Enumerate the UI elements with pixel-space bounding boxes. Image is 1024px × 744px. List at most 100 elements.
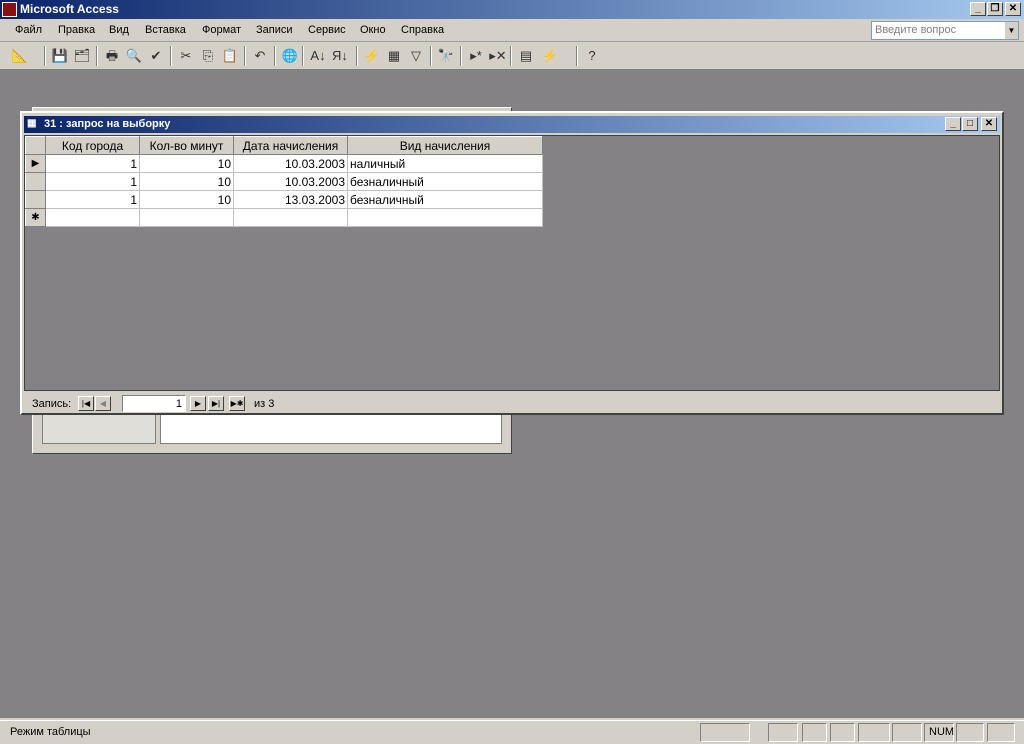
ask-question-box[interactable]: Введите вопрос ▼ bbox=[871, 21, 1019, 40]
new-object-icon[interactable]: ⚡ bbox=[540, 46, 560, 66]
status-panel bbox=[892, 723, 922, 742]
first-record-button[interactable]: |◀ bbox=[78, 396, 94, 411]
row-selector[interactable] bbox=[25, 190, 46, 209]
last-record-button[interactable]: ▶| bbox=[208, 396, 224, 411]
status-panel bbox=[768, 723, 798, 742]
table-row[interactable]: 1 10 13.03.2003 безналичный bbox=[25, 190, 543, 209]
toolbar-separator bbox=[576, 46, 578, 66]
cell[interactable] bbox=[347, 208, 543, 227]
status-panel bbox=[987, 723, 1015, 742]
filter-by-form-icon[interactable]: ▦ bbox=[384, 46, 404, 66]
toolbar-separator bbox=[274, 46, 276, 66]
toolbar-separator bbox=[96, 46, 98, 66]
row-selector[interactable] bbox=[25, 172, 46, 191]
restore-button[interactable]: ❐ bbox=[987, 2, 1003, 16]
new-record-row[interactable]: ✱ bbox=[25, 208, 543, 227]
filter-by-selection-icon[interactable]: ⚡ bbox=[362, 46, 382, 66]
cell[interactable]: 13.03.2003 bbox=[233, 190, 348, 209]
file-search-icon[interactable]: 🗂 bbox=[72, 46, 92, 66]
datasheet-grid: Код города Кол-во минут Дата начисления … bbox=[24, 135, 1000, 391]
next-record-button[interactable]: ▶ bbox=[190, 396, 206, 411]
cut-icon[interactable]: ✂ bbox=[176, 46, 196, 66]
column-header[interactable]: Код города bbox=[45, 136, 140, 155]
paste-icon[interactable]: 📋 bbox=[220, 46, 240, 66]
access-key-icon bbox=[2, 2, 17, 17]
sort-descending-icon[interactable]: Я↓ bbox=[330, 46, 350, 66]
apply-filter-icon[interactable]: ▽ bbox=[406, 46, 426, 66]
help-icon[interactable]: ? bbox=[582, 46, 602, 66]
cell[interactable]: 10 bbox=[139, 190, 234, 209]
query-title-bar: ▦ 31 : запрос на выборку _ □ ✕ bbox=[24, 116, 1000, 133]
delete-record-icon[interactable]: ▸✕ bbox=[488, 46, 508, 66]
design-view-icon[interactable]: 📐 bbox=[10, 46, 30, 66]
menu-view[interactable]: Вид bbox=[109, 24, 129, 36]
status-panel bbox=[802, 723, 827, 742]
background-field bbox=[160, 413, 502, 444]
app-title-bar: Microsoft Access _ ❐ ✕ bbox=[0, 0, 1024, 19]
toolbar-separator bbox=[170, 46, 172, 66]
column-header[interactable]: Дата начисления bbox=[233, 136, 348, 155]
cell[interactable]: 1 bbox=[45, 172, 140, 191]
copy-icon[interactable]: ⎘ bbox=[198, 46, 218, 66]
toolbar-separator bbox=[356, 46, 358, 66]
menu-insert[interactable]: Вставка bbox=[145, 24, 186, 36]
close-button[interactable]: ✕ bbox=[1005, 2, 1021, 16]
new-record-icon[interactable]: ✱ bbox=[25, 208, 46, 227]
sort-ascending-icon[interactable]: А↓ bbox=[308, 46, 328, 66]
query-minimize-button[interactable]: _ bbox=[945, 117, 961, 131]
cell[interactable]: 10 bbox=[139, 154, 234, 173]
hyperlink-icon[interactable]: 🌐 bbox=[280, 46, 300, 66]
status-mode: Режим таблицы bbox=[10, 726, 91, 738]
toolbar: 📐 💾 🗂 🖶 🔍 ✔ ✂ ⎘ 📋 ↶ 🌐 А↓ Я↓ ⚡ ▦ ▽ 🔭 ▸* ▸✕ ▤ ⚡? bbox=[0, 42, 1024, 70]
cell[interactable]: 10 bbox=[139, 172, 234, 191]
new-record-icon[interactable]: ▸* bbox=[466, 46, 486, 66]
menu-edit[interactable]: Правка bbox=[58, 24, 95, 36]
previous-record-button[interactable]: ◀ bbox=[95, 396, 111, 411]
minimize-button[interactable]: _ bbox=[970, 2, 986, 16]
table-row[interactable]: 1 10 10.03.2003 безналичный bbox=[25, 172, 543, 191]
menu-records[interactable]: Записи bbox=[256, 24, 293, 36]
spelling-icon[interactable]: ✔ bbox=[146, 46, 166, 66]
cell[interactable]: 10.03.2003 bbox=[233, 154, 348, 173]
column-header[interactable]: Кол-во минут bbox=[139, 136, 234, 155]
cell[interactable]: 1 bbox=[45, 190, 140, 209]
cell[interactable] bbox=[139, 208, 234, 227]
table-row[interactable]: ▶ 1 10 10.03.2003 наличный bbox=[25, 154, 543, 173]
chevron-down-icon[interactable]: ▼ bbox=[1005, 22, 1018, 39]
save-icon[interactable]: 💾 bbox=[50, 46, 70, 66]
print-icon[interactable]: 🖶 bbox=[102, 46, 122, 66]
cell[interactable]: наличный bbox=[347, 154, 543, 173]
select-all-corner[interactable] bbox=[25, 136, 46, 155]
menu-help[interactable]: Справка bbox=[401, 24, 444, 36]
menu-window[interactable]: Окно bbox=[360, 24, 386, 36]
menu-file[interactable]: Файл bbox=[15, 24, 42, 36]
cell[interactable]: 1 bbox=[45, 154, 140, 173]
current-record-icon[interactable]: ▶ bbox=[25, 154, 46, 173]
cell[interactable]: безналичный bbox=[347, 190, 543, 209]
toolbar-separator bbox=[44, 46, 46, 66]
record-number-input[interactable]: 1 bbox=[122, 395, 186, 412]
status-panel bbox=[858, 723, 890, 742]
ask-placeholder: Введите вопрос bbox=[875, 24, 957, 36]
cell[interactable]: 10.03.2003 bbox=[233, 172, 348, 191]
cell[interactable]: безналичный bbox=[347, 172, 543, 191]
menu-format[interactable]: Формат bbox=[202, 24, 241, 36]
record-label: Запись: bbox=[32, 398, 72, 410]
toolbar-separator bbox=[460, 46, 462, 66]
menu-tools[interactable]: Сервис bbox=[308, 24, 346, 36]
column-header[interactable]: Вид начисления bbox=[347, 136, 543, 155]
new-record-button[interactable]: ▶✱ bbox=[229, 396, 245, 411]
query-window: ▦ 31 : запрос на выборку _ □ ✕ Код город… bbox=[20, 111, 1004, 415]
undo-icon[interactable]: ↶ bbox=[250, 46, 270, 66]
find-icon[interactable]: 🔭 bbox=[436, 46, 456, 66]
database-window-icon[interactable]: ▤ bbox=[516, 46, 536, 66]
cell[interactable] bbox=[45, 208, 140, 227]
cell[interactable] bbox=[233, 208, 348, 227]
background-panel bbox=[42, 413, 156, 444]
query-maximize-button[interactable]: □ bbox=[962, 117, 978, 131]
status-panel bbox=[956, 723, 984, 742]
query-icon: ▦ bbox=[27, 118, 37, 129]
query-close-button[interactable]: ✕ bbox=[981, 117, 997, 131]
print-preview-icon[interactable]: 🔍 bbox=[124, 46, 144, 66]
status-bar: Режим таблицы NUM bbox=[0, 720, 1024, 744]
